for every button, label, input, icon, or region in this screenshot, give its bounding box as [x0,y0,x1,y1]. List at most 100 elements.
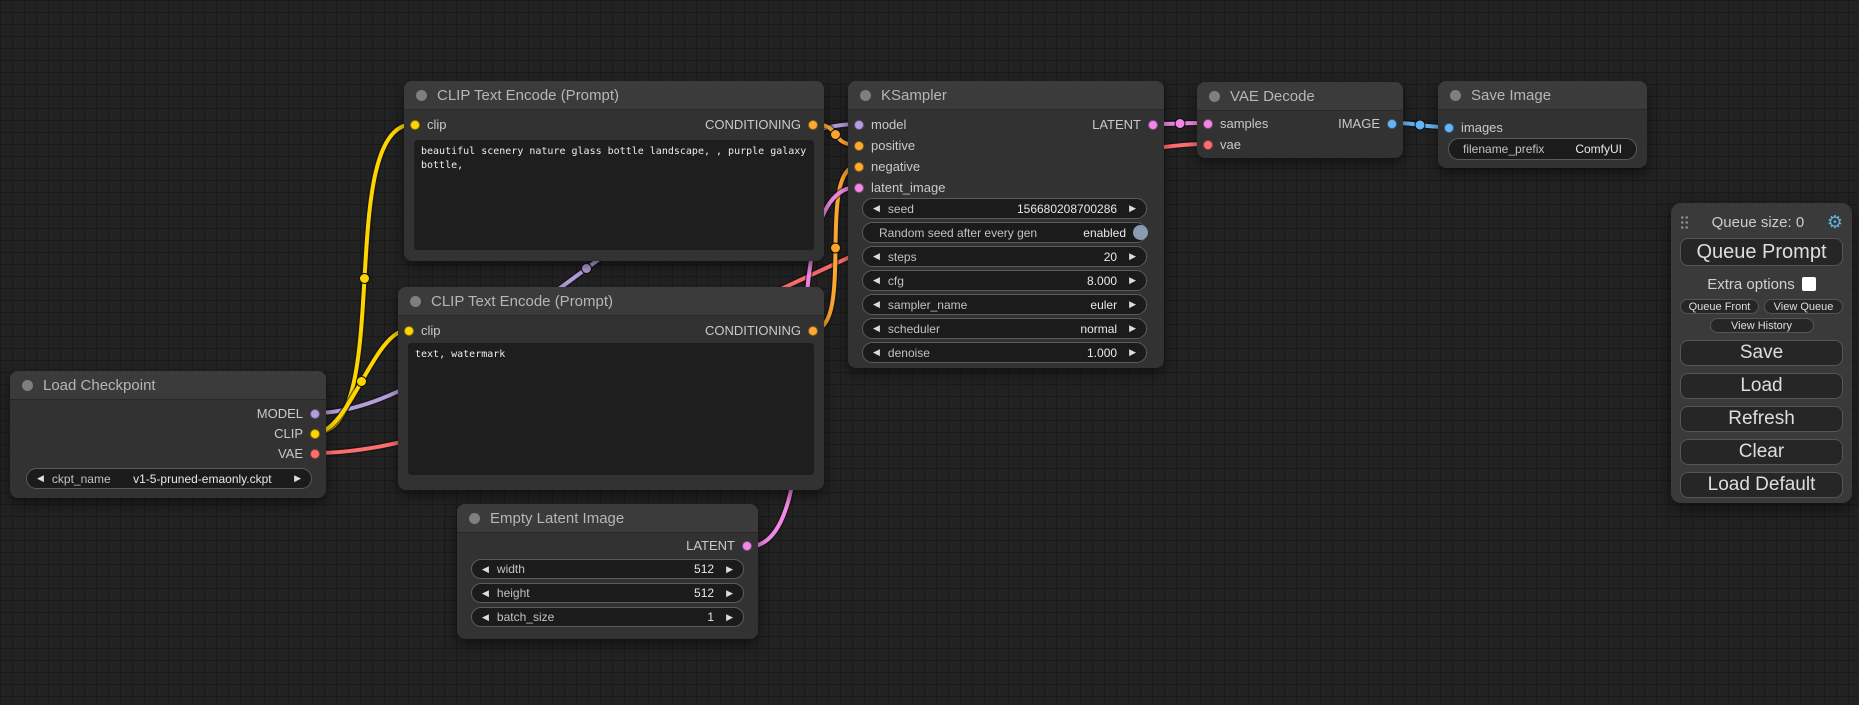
denoise-widget[interactable]: ◀ denoise 1.000 ▶ [862,342,1147,363]
link-midpoint-dot[interactable] [831,243,841,253]
positive-input-slot[interactable] [854,141,864,151]
height-widget[interactable]: ◀ height 512 ▶ [471,583,744,603]
collapse-dot-icon[interactable] [410,296,421,307]
samples-input-slot[interactable] [1203,119,1213,129]
right-arrow-icon[interactable]: ▶ [726,613,733,622]
right-arrow-icon[interactable]: ▶ [1129,276,1136,285]
left-arrow-icon[interactable]: ◀ [482,613,489,622]
node-title-bar[interactable]: KSampler [848,81,1164,110]
right-arrow-icon[interactable]: ▶ [1129,324,1136,333]
drag-handle-icon[interactable] [1680,215,1689,229]
steps-widget[interactable]: ◀ steps 20 ▶ [862,246,1147,267]
clear-button[interactable]: Clear [1680,439,1843,465]
node-title-bar[interactable]: CLIP Text Encode (Prompt) [398,287,824,316]
collapse-dot-icon[interactable] [1450,90,1461,101]
batch-size-widget[interactable]: ◀ batch_size 1 ▶ [471,607,744,627]
images-input-slot[interactable] [1444,123,1454,133]
vae-output-slot[interactable] [310,449,320,459]
clip-output-slot[interactable] [310,429,320,439]
input-label: clip [427,117,447,132]
left-arrow-icon[interactable]: ◀ [873,300,880,309]
node-title-bar[interactable]: Save Image [1438,81,1647,110]
link-midpoint-dot[interactable] [357,377,367,387]
left-arrow-icon[interactable]: ◀ [873,204,880,213]
node-empty-latent-image[interactable]: Empty Latent Image LATENT ◀ width 512 ▶ … [457,504,758,639]
latent-image-input-slot[interactable] [854,183,864,193]
refresh-button[interactable]: Refresh [1680,406,1843,432]
node-clip-text-encode-negative[interactable]: CLIP Text Encode (Prompt) clip CONDITION… [398,287,824,490]
vae-input-slot[interactable] [1203,140,1213,150]
right-arrow-icon[interactable]: ▶ [1129,300,1136,309]
widget-label: sampler_name [888,298,967,312]
model-output-slot[interactable] [310,409,320,419]
settings-gear-icon[interactable]: ⚙ [1827,213,1843,231]
conditioning-output-slot[interactable] [808,120,818,130]
link-midpoint-dot[interactable] [831,130,841,140]
extra-options-checkbox[interactable] [1802,277,1816,291]
collapse-dot-icon[interactable] [860,90,871,101]
link-midpoint-dot[interactable] [1175,119,1185,129]
node-title-bar[interactable]: CLIP Text Encode (Prompt) [404,81,824,110]
node-title-bar[interactable]: VAE Decode [1197,82,1403,111]
random-seed-toggle-widget[interactable]: Random seed after every gen enabled [862,222,1147,243]
node-title-bar[interactable]: Load Checkpoint [10,371,326,400]
node-title-bar[interactable]: Empty Latent Image [457,504,758,533]
image-output-slot[interactable] [1387,119,1397,129]
collapse-dot-icon[interactable] [1209,91,1220,102]
load-default-button[interactable]: Load Default [1680,472,1843,498]
node-title: KSampler [881,87,947,104]
link-midpoint-dot[interactable] [360,274,370,284]
right-arrow-icon[interactable]: ▶ [726,565,733,574]
clip-input-slot[interactable] [410,120,420,130]
node-vae-decode[interactable]: VAE Decode samples IMAGE vae [1197,82,1403,158]
left-arrow-icon[interactable]: ◀ [873,348,880,357]
latent-output-slot[interactable] [1148,120,1158,130]
left-arrow-icon[interactable]: ◀ [482,565,489,574]
right-arrow-icon[interactable]: ▶ [1129,348,1136,357]
comfyui-canvas[interactable]: { "colors": { "model": "#B39DDB", "clip"… [0,0,1859,705]
widget-value: 20 [1104,250,1117,264]
model-input-slot[interactable] [854,120,864,130]
filename-prefix-widget[interactable]: filename_prefix ComfyUI [1448,138,1637,160]
collapse-dot-icon[interactable] [416,90,427,101]
clip-input-slot[interactable] [404,326,414,336]
load-button[interactable]: Load [1680,373,1843,399]
latent-output-slot[interactable] [742,541,752,551]
view-queue-button[interactable]: View Queue [1764,299,1843,314]
prompt-textarea[interactable]: beautiful scenery nature glass bottle la… [414,140,814,250]
link-midpoint-dot[interactable] [1415,120,1425,130]
toggle-knob[interactable] [1133,225,1148,240]
left-arrow-icon[interactable]: ◀ [482,589,489,598]
left-arrow-icon[interactable]: ◀ [37,474,44,483]
conditioning-output-slot[interactable] [808,326,818,336]
seed-widget[interactable]: ◀ seed 156680208700286 ▶ [862,198,1147,219]
link-midpoint-dot[interactable] [582,264,592,274]
right-arrow-icon[interactable]: ▶ [1129,204,1136,213]
left-arrow-icon[interactable]: ◀ [873,324,880,333]
left-arrow-icon[interactable]: ◀ [873,276,880,285]
node-ksampler[interactable]: KSampler model LATENT positive negative … [848,81,1164,368]
node-load-checkpoint[interactable]: Load Checkpoint MODEL CLIP VAE ◀ ckpt_na… [10,371,326,498]
right-arrow-icon[interactable]: ▶ [726,589,733,598]
collapse-dot-icon[interactable] [469,513,480,524]
scheduler-widget[interactable]: ◀ scheduler normal ▶ [862,318,1147,339]
sampler-name-widget[interactable]: ◀ sampler_name euler ▶ [862,294,1147,315]
node-save-image[interactable]: Save Image images filename_prefix ComfyU… [1438,81,1647,168]
right-arrow-icon[interactable]: ▶ [294,474,301,483]
output-label: IMAGE [1338,116,1380,131]
view-history-button[interactable]: View History [1710,318,1814,333]
queue-front-button[interactable]: Queue Front [1680,299,1759,314]
save-button[interactable]: Save [1680,340,1843,366]
prompt-textarea[interactable]: text, watermark [408,343,814,475]
widget-label: height [497,586,530,600]
queue-prompt-button[interactable]: Queue Prompt [1680,238,1843,266]
ckpt-name-widget[interactable]: ◀ ckpt_name v1-5-pruned-emaonly.ckpt ▶ [26,468,312,489]
width-widget[interactable]: ◀ width 512 ▶ [471,559,744,579]
node-clip-text-encode-positive[interactable]: CLIP Text Encode (Prompt) clip CONDITION… [404,81,824,261]
left-arrow-icon[interactable]: ◀ [873,252,880,261]
collapse-dot-icon[interactable] [22,380,33,391]
right-arrow-icon[interactable]: ▶ [1129,252,1136,261]
negative-input-slot[interactable] [854,162,864,172]
output-label: CLIP [274,426,303,441]
cfg-widget[interactable]: ◀ cfg 8.000 ▶ [862,270,1147,291]
